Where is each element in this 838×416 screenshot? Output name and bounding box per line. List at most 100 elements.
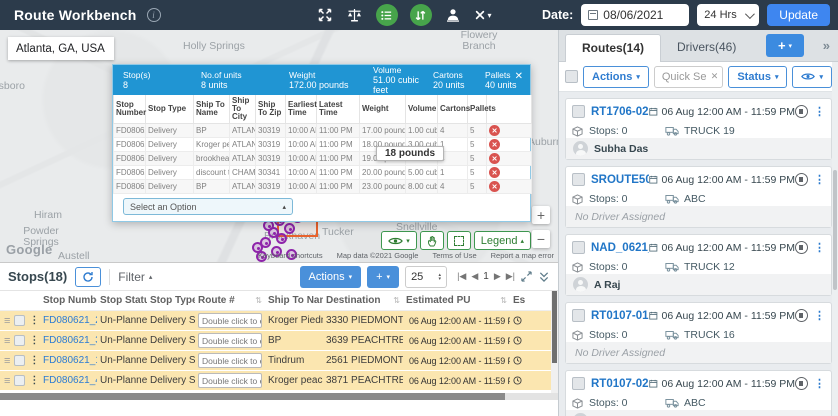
collapse-table-icon[interactable] [538,271,550,282]
update-button[interactable]: Update [767,4,830,26]
row-menu-icon[interactable]: ⋮ [29,315,39,326]
scrollbar-thumb[interactable] [833,170,837,290]
stops-table-row[interactable]: ≡ ⋮ FD080621_1 Un-Planned Delivery Stop … [0,351,558,371]
route-checkbox[interactable] [572,377,585,390]
column-header-stop-number[interactable]: Stop Number⇅ [40,295,97,306]
remove-stop-icon[interactable]: ✕ [489,125,500,136]
clear-search-icon[interactable]: ✕ [711,71,719,82]
stops-table-row[interactable]: ≡ ⋮ FD080621_3 Un-Planned Delivery Stop … [0,331,558,351]
balance-scale-icon[interactable] [346,6,364,24]
circled-vehicle-icon[interactable] [795,377,808,390]
popup-column-header[interactable]: Ship To Zip [256,95,286,124]
first-page-icon[interactable]: |◀ [457,271,466,282]
stop-number-link[interactable]: FD080621_1 [43,355,97,366]
refresh-button[interactable] [75,267,101,287]
popup-column-header[interactable]: Stop Type [146,95,194,124]
route-id-link[interactable]: RT0107-01 [591,310,649,322]
route-number-input[interactable]: Double click to enter [198,353,262,368]
driver-icon[interactable] [444,6,462,24]
popup-column-header[interactable]: Ship To City [230,95,256,124]
popup-column-header[interactable]: Stop Number [114,95,146,124]
route-number-input[interactable]: Double click to enter [198,313,262,328]
select-all-checkbox[interactable] [565,70,578,83]
popup-table-row[interactable]: FD080621_9 Delivery BP ATLANTA 30319 10:… [114,180,532,194]
expand-icon[interactable] [316,6,334,24]
route-checkbox[interactable] [572,241,585,254]
scrollbar-thumb[interactable] [0,393,505,400]
row-menu-icon[interactable]: ⋮ [29,355,39,366]
stop-number-link[interactable]: FD080621_2 [43,315,97,326]
next-page-icon[interactable]: ▶ [494,271,501,282]
row-checkbox[interactable] [14,315,25,326]
column-header-estimated-pu[interactable]: Estimated PU⇅ [403,295,510,306]
route-checkbox[interactable] [572,173,585,186]
route-number-input[interactable]: Double click to enter [198,333,262,348]
drag-handle-icon[interactable]: ≡ [4,375,10,387]
terms-of-use-link[interactable]: Terms of Use [432,251,476,260]
map-pan-button[interactable] [420,231,444,250]
status-filter-button[interactable]: Status ▾ [728,66,787,88]
route-id-link[interactable]: SROUTE50 [591,174,649,186]
info-icon[interactable]: i [147,8,161,22]
stops-actions-button[interactable]: Actions ▾ [300,266,362,288]
routes-actions-button[interactable]: Actions ▾ [583,66,649,88]
popup-column-header[interactable]: Latest Time [317,95,360,124]
route-checkbox[interactable] [572,309,585,322]
page-size-select[interactable]: 25 ▴▾ [405,266,447,288]
map-visibility-button[interactable]: ▾ [381,231,417,250]
date-input[interactable]: 08/06/2021 [581,4,689,26]
stops-table-row[interactable]: ≡ ⋮ FD080621_2 Un-Planned Delivery Stop … [0,311,558,331]
tab-routes[interactable]: Routes(14) [565,34,661,62]
row-menu-icon[interactable]: ⋮ [29,335,39,346]
circled-vehicle-icon[interactable] [795,173,808,186]
route-menu-icon[interactable]: ⋮ [814,241,825,254]
duration-select[interactable]: 24 Hrs [697,4,759,26]
remove-stop-icon[interactable]: ✕ [489,153,500,164]
drag-handle-icon[interactable]: ≡ [4,355,10,367]
route-id-link[interactable]: RT0107-02 [591,378,649,390]
column-header-route[interactable]: Route #⇅ [195,295,265,306]
horizontal-scrollbar[interactable] [0,393,558,400]
prev-page-icon[interactable]: ◀ [471,271,478,282]
stops-table-row[interactable]: ≡ ⋮ FD080621_4 Un-Planned Delivery Stop … [0,371,558,391]
map-marquee-select-button[interactable] [447,231,471,250]
stops-filter-button[interactable]: Filter ▴ [118,270,152,284]
stops-vertical-scrollbar[interactable] [551,291,558,393]
popup-table-row[interactable]: FD080621_3 Delivery BP ATLANTA 30319 10:… [114,124,532,138]
remove-stop-icon[interactable]: ✕ [489,139,500,150]
zoom-out-button[interactable]: − [532,230,550,248]
stops-list-icon[interactable] [376,4,398,26]
route-menu-icon[interactable]: ⋮ [814,377,825,390]
popup-column-header[interactable]: Pallets [468,95,487,124]
add-stop-button[interactable]: + ▾ [367,266,399,288]
keyboard-shortcuts-link[interactable]: Keyboard shortcuts [258,251,323,260]
popup-column-header[interactable]: Ship To Name [194,95,230,124]
collapse-panel-icon[interactable]: » [823,38,830,53]
route-menu-icon[interactable]: ⋮ [814,105,825,118]
column-header-next[interactable]: Es [510,295,554,306]
route-menu-icon[interactable]: ⋮ [814,309,825,322]
close-icon[interactable]: ✕ [515,71,523,82]
circled-vehicle-icon[interactable] [795,105,808,118]
route-menu-icon[interactable]: ⋮ [814,173,825,186]
popup-column-header[interactable]: Volume [406,95,438,124]
route-id-link[interactable]: RT1706-02 [591,106,649,118]
popup-column-header[interactable]: Cartons [438,95,468,124]
row-checkbox[interactable] [14,335,25,346]
popup-table-row[interactable]: FD080621_6 Delivery discount tyre CHAMBL… [114,166,532,180]
stop-number-link[interactable]: FD080621_3 [43,335,97,346]
popup-table-row[interactable]: FD080621_4 Delivery Kroger peachtree ATL… [114,138,532,152]
route-id-link[interactable]: NAD_0621_01 [591,242,649,254]
column-header-stop-status[interactable]: Stop Status⇅ [97,295,147,306]
popup-column-header[interactable]: Earliest Time [286,95,317,124]
column-header-ship-to-name[interactable]: Ship To Name⇅ [265,295,323,306]
drag-handle-icon[interactable]: ≡ [4,335,10,347]
remove-stop-icon[interactable]: ✕ [489,181,500,192]
last-page-icon[interactable]: ▶| [506,271,515,282]
expand-table-icon[interactable] [521,271,532,282]
stop-marker[interactable] [276,233,287,244]
tools-icon[interactable]: ▾ [474,6,492,24]
circled-vehicle-icon[interactable] [795,309,808,322]
option-select[interactable]: Select an Option ▴ [123,198,293,215]
legend-button[interactable]: Legend ▴ [474,231,531,250]
